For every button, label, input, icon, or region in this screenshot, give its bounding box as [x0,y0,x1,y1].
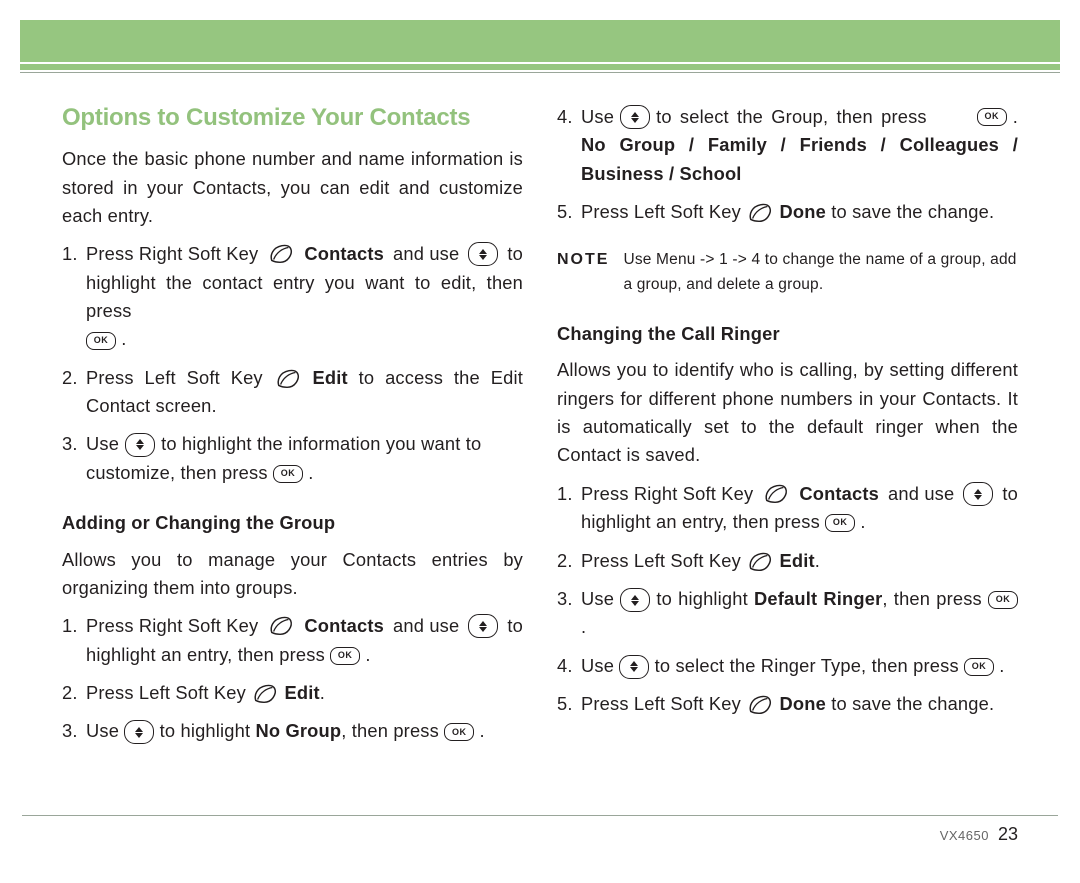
nav-icon [125,433,155,457]
nav-icon [468,242,498,266]
page-number-value: 23 [998,824,1018,844]
note-text: Use Menu -> 1 -> 4 to change the name of… [623,248,1018,298]
group-step-3: 3. Use to highlight No Group, then press… [62,717,523,745]
ok-icon: OK [444,723,474,741]
step-1: 1. Press Right Soft Key Contacts and use… [62,240,523,353]
ringer-step-5: 5. Press Left Soft Key Done to save the … [557,690,1018,718]
ok-icon: OK [330,647,360,665]
softkey-icon [748,694,772,716]
ringer-step-4: 4. Use to select the Ringer Type, then p… [557,652,1018,680]
model-label: VX4650 [940,828,989,843]
nav-icon [124,720,154,744]
footer: VX4650 23 [0,815,1080,845]
section-title: Options to Customize Your Contacts [62,99,523,136]
footer-line [22,815,1058,816]
group-step-4: 4. Use to select the Group, then press O… [557,103,1018,188]
ringer-step-3: 3. Use to highlight Default Ringer, then… [557,585,1018,642]
ok-icon: OK [86,332,116,350]
ok-icon: OK [825,514,855,532]
page-number: VX4650 23 [0,824,1080,845]
step-3: 3. Use to highlight the information you … [62,430,523,487]
intro-paragraph: Once the basic phone number and name inf… [62,145,523,230]
softkey-icon [748,551,772,573]
group-intro: Allows you to manage your Contacts entri… [62,546,523,603]
softkey-icon [748,202,772,224]
nav-icon [620,105,650,129]
softkey-icon [764,483,788,505]
step-2: 2. Press Left Soft Key Edit to access th… [62,364,523,421]
nav-icon [619,655,649,679]
softkey-icon [269,615,293,637]
ringer-intro: Allows you to identify who is calling, b… [557,356,1018,469]
note-label: NOTE [557,248,609,298]
note-block: NOTE Use Menu -> 1 -> 4 to change the na… [557,248,1018,298]
ringer-heading: Changing the Call Ringer [557,320,1018,348]
group-step-2: 2. Press Left Soft Key Edit. [62,679,523,707]
softkey-icon [276,368,300,390]
header-hairline [20,72,1060,73]
ok-icon: OK [977,108,1007,126]
nav-icon [963,482,993,506]
ok-icon: OK [988,591,1018,609]
ok-icon: OK [964,658,994,676]
ringer-step-1: 1. Press Right Soft Key Contacts and use… [557,480,1018,537]
group-step-1: 1. Press Right Soft Key Contacts and use… [62,612,523,669]
softkey-icon [269,243,293,265]
nav-icon [468,614,498,638]
page-content: Options to Customize Your Contacts Once … [0,89,1080,746]
ringer-step-2: 2. Press Left Soft Key Edit. [557,547,1018,575]
left-column: Options to Customize Your Contacts Once … [62,89,523,746]
ok-icon: OK [273,465,303,483]
header-bar [20,20,1060,64]
right-column: 4. Use to select the Group, then press O… [557,89,1018,746]
group-step-5: 5. Press Left Soft Key Done to save the … [557,198,1018,226]
group-heading: Adding or Changing the Group [62,509,523,537]
header-thin-bar [20,64,1060,72]
nav-icon [620,588,650,612]
softkey-icon [253,683,277,705]
